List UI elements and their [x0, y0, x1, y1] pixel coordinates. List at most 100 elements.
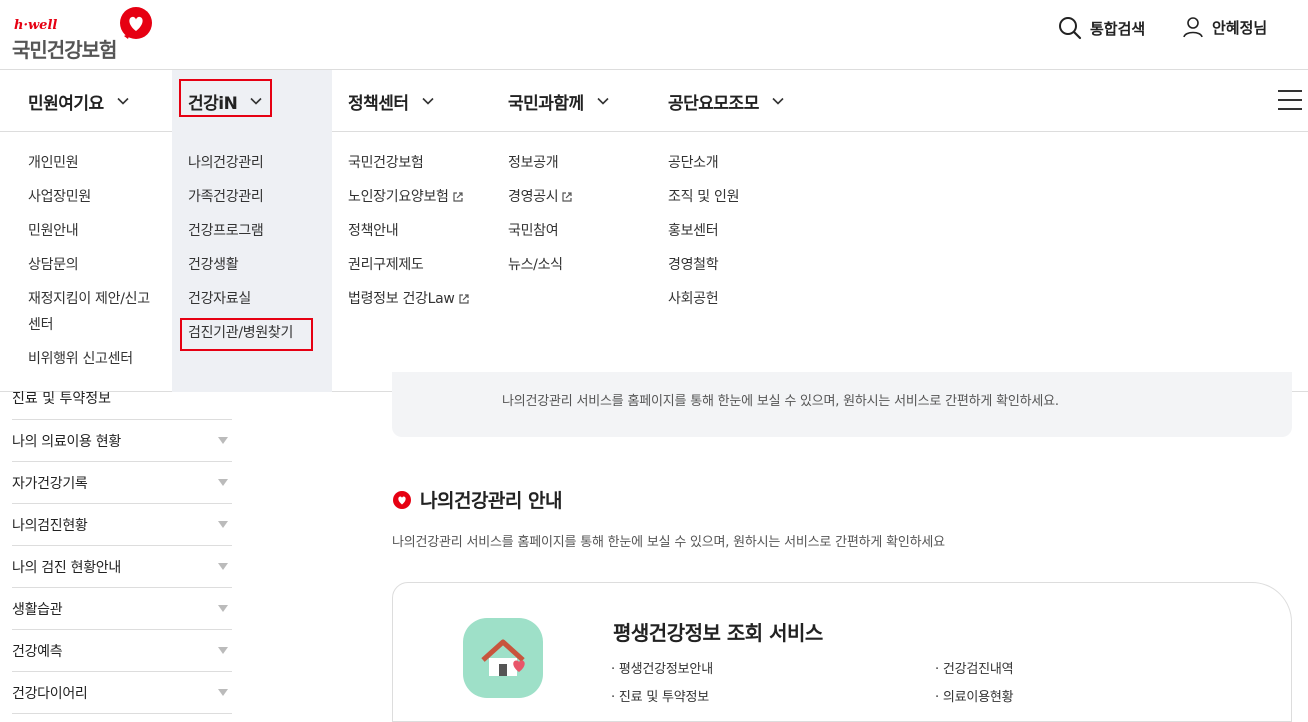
triangle-down-icon	[218, 521, 228, 528]
menu-item[interactable]: 권리구제제도	[348, 254, 498, 288]
user-account-button[interactable]: 안혜정님	[1182, 16, 1267, 38]
heart-logo-icon	[120, 7, 152, 39]
menu-item[interactable]: 조직 및 인원	[668, 186, 808, 220]
user-label: 안혜정님	[1212, 18, 1268, 37]
menu-item[interactable]: 재정지킴이 제안/신고 센터	[28, 288, 168, 348]
side-menu: 진료 및 투약정보 나의 의료이용 현황 자가건강기록 나의검진현황 나의 검진…	[12, 392, 232, 714]
menu-item-label: 법령정보 건강Law	[348, 291, 455, 307]
triangle-down-icon	[218, 479, 228, 486]
gnb-item-civil[interactable]: 민원여기요	[28, 70, 130, 132]
menu-item[interactable]: 상담문의	[28, 254, 168, 288]
menu-item[interactable]: 국민건강보험	[348, 152, 498, 186]
gnb-label: 공단요모조모	[668, 93, 759, 114]
triangle-down-icon	[218, 437, 228, 444]
card-link-treatment[interactable]: · 진료 및 투약정보	[611, 686, 709, 705]
side-menu-item[interactable]: 자가건강기록	[12, 462, 232, 504]
external-link-icon	[453, 192, 463, 202]
chevron-down-icon	[597, 97, 609, 105]
side-menu-item[interactable]: 나의검진현황	[12, 504, 232, 546]
integrated-search-button[interactable]: 통합검색	[1058, 16, 1145, 40]
side-menu-item[interactable]: 나의 검진 현황안내	[12, 546, 232, 588]
org-name: 국민건강보험	[12, 38, 117, 62]
triangle-down-icon	[218, 563, 228, 570]
bullet-label: 건강검진내역	[942, 662, 1014, 677]
menu-item[interactable]: 개인민원	[28, 152, 168, 186]
menu-item[interactable]: 민원안내	[28, 220, 168, 254]
global-nav: 민원여기요 건강iN 정책센터 국민과함께 공단요모조모	[0, 70, 1308, 132]
card-link-medical-usage[interactable]: · 의료이용현황	[935, 686, 1014, 705]
menu-item[interactable]: 사업장민원	[28, 186, 168, 220]
house-heart-icon	[463, 618, 543, 698]
search-icon	[1059, 17, 1082, 40]
card-link-lifetime-info[interactable]: · 평생건강정보안내	[611, 658, 713, 677]
site-header: h·well 국민건강보험 통합검색 안혜정님	[0, 0, 1308, 70]
menu-item[interactable]: 사회공헌	[668, 288, 808, 322]
menu-item[interactable]: 뉴스/소식	[508, 254, 648, 288]
side-menu-label: 건강다이어리	[12, 685, 88, 702]
external-link-icon	[458, 294, 469, 304]
triangle-down-icon	[218, 689, 228, 696]
side-menu-item-treatment[interactable]: 진료 및 투약정보	[12, 392, 232, 420]
menu-item[interactable]: 홍보센터	[668, 220, 808, 254]
mega-menu-dropdown: 개인민원 사업장민원 민원안내 상담문의 재정지킴이 제안/신고 센터 비위행위…	[0, 132, 1308, 392]
bullet-label: 진료 및 투약정보	[618, 690, 710, 705]
menu-item-line: 재정지킴이 제안/신고	[28, 291, 150, 307]
menu-item[interactable]: 공단소개	[668, 152, 808, 186]
menu-item[interactable]: 건강생활	[188, 254, 328, 288]
side-menu-label: 나의검진현황	[12, 517, 88, 534]
menu-item[interactable]: 국민참여	[508, 220, 648, 254]
dropdown-column-about: 공단소개 조직 및 인원 홍보센터 경영철학 사회공헌	[668, 152, 808, 322]
side-menu-label: 건강예측	[12, 643, 63, 660]
gnb-label: 건강iN	[188, 93, 238, 114]
menu-item-label: 노인장기요양보험	[348, 189, 449, 205]
bullet-label: 의료이용현황	[942, 690, 1014, 705]
external-link-icon	[562, 192, 572, 202]
menu-item[interactable]: 가족건강관리	[188, 186, 328, 220]
intro-text: 나의건강관리 서비스를 홈페이지를 통해 한눈에 보실 수 있으며, 원하시는 …	[502, 394, 1059, 409]
menu-item[interactable]: 경영철학	[668, 254, 808, 288]
menu-item-external[interactable]: 노인장기요양보험	[348, 186, 498, 220]
side-menu-label: 생활습관	[12, 601, 63, 618]
card-title: 평생건강정보 조회 서비스	[613, 621, 823, 645]
side-menu-item[interactable]: 나의 의료이용 현황	[12, 420, 232, 462]
triangle-down-icon	[218, 605, 228, 612]
dropdown-column-civil: 개인민원 사업장민원 민원안내 상담문의 재정지킴이 제안/신고 센터 비위행위…	[28, 152, 168, 382]
side-menu-item[interactable]: 생활습관	[12, 588, 232, 630]
gnb-label: 민원여기요	[28, 93, 104, 114]
card-link-checkup-history[interactable]: · 건강검진내역	[935, 658, 1014, 677]
chevron-down-icon	[772, 97, 784, 105]
site-logo[interactable]: h·well 국민건강보험	[12, 6, 162, 62]
menu-item[interactable]: 정보공개	[508, 152, 648, 186]
menu-item-label: 경영공시	[508, 189, 559, 205]
side-menu-label: 나의 검진 현황안내	[12, 559, 121, 576]
section-title: 나의건강관리 안내	[392, 486, 562, 513]
menu-item[interactable]: 정책안내	[348, 220, 498, 254]
menu-item-my-health[interactable]: 나의건강관리	[188, 152, 328, 186]
brand-text: h·well	[14, 18, 58, 33]
heart-bullet-icon	[393, 490, 411, 509]
chevron-down-icon	[421, 97, 434, 105]
menu-item-line: 센터	[28, 317, 54, 333]
search-label: 통합검색	[1090, 19, 1146, 38]
gnb-item-about[interactable]: 공단요모조모	[668, 70, 785, 132]
gnb-item-policy[interactable]: 정책센터	[348, 70, 435, 132]
gnb-item-health-in[interactable]: 건강iN	[188, 70, 263, 132]
gnb-item-with-people[interactable]: 국민과함께	[508, 70, 610, 132]
menu-item[interactable]: 비위행위 신고센터	[28, 348, 168, 382]
hamburger-menu-icon[interactable]	[1278, 90, 1302, 110]
side-menu-item[interactable]: 건강다이어리	[12, 672, 232, 714]
menu-item-external[interactable]: 법령정보 건강Law	[348, 288, 498, 322]
section-title-text: 나의건강관리 안내	[420, 490, 562, 512]
dropdown-column-with-people: 정보공개 경영공시 국민참여 뉴스/소식	[508, 152, 648, 288]
triangle-down-icon	[218, 647, 228, 654]
chevron-down-icon	[117, 97, 129, 105]
side-menu-label: 나의 의료이용 현황	[12, 433, 121, 450]
section-description: 나의건강관리 서비스를 홈페이지를 통해 한눈에 보실 수 있으며, 원하시는 …	[392, 535, 945, 550]
menu-item-external[interactable]: 경영공시	[508, 186, 648, 220]
menu-item[interactable]: 건강자료실	[188, 288, 328, 322]
side-menu-item[interactable]: 건강예측	[12, 630, 232, 672]
gnb-label: 정책센터	[348, 93, 409, 114]
menu-item[interactable]: 건강프로그램	[188, 220, 328, 254]
side-menu-label: 자가건강기록	[12, 475, 88, 492]
user-icon	[1183, 17, 1203, 38]
